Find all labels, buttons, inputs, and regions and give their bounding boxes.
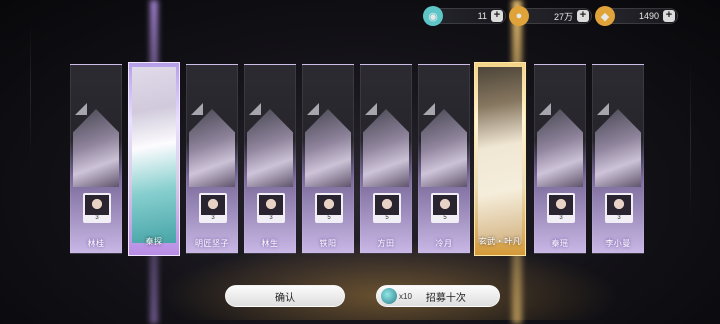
character-portrait	[132, 67, 176, 243]
character-card[interactable]: 3 林生	[244, 64, 296, 254]
shard-frame: 5	[431, 193, 459, 223]
character-card[interactable]: 5 铁阳	[302, 64, 354, 254]
character-card[interactable]: 玄武・叶凡	[474, 62, 526, 256]
resource-value: 27万	[553, 11, 573, 22]
character-name: 冷月	[435, 239, 453, 248]
gem-icon: ◆	[595, 6, 615, 26]
character-portrait	[189, 109, 235, 187]
shard-count: 5	[327, 215, 331, 221]
background-streak	[30, 20, 31, 160]
character-portrait	[247, 109, 293, 187]
character-portrait	[305, 109, 351, 187]
triangle-icon	[365, 103, 377, 115]
shard-frame: 3	[605, 193, 633, 223]
triangle-icon	[307, 103, 319, 115]
triangle-icon	[191, 103, 203, 115]
character-name: 林桂	[87, 239, 105, 248]
character-card[interactable]: 3 李小曼	[592, 64, 644, 254]
shard-count: 3	[269, 215, 273, 221]
recruit-ticket-icon: ◉	[423, 6, 443, 26]
avatar	[85, 195, 109, 215]
character-name: 秦探	[145, 237, 163, 246]
character-portrait	[421, 109, 467, 187]
character-card[interactable]: 3 明匠坚子	[186, 64, 238, 254]
shard-frame: 3	[547, 193, 575, 223]
add-coin-button[interactable]: +	[577, 10, 589, 22]
triangle-icon	[597, 103, 609, 115]
character-portrait	[363, 109, 409, 187]
confirm-button[interactable]: 确认	[225, 285, 345, 307]
resource-bar: ◉ 11 + ● 27万 + ◆ 1490 +	[423, 6, 678, 26]
recruit-ticket-icon	[381, 288, 397, 304]
character-card[interactable]: 5 方田	[360, 64, 412, 254]
shard-frame: 3	[199, 193, 227, 223]
character-name: 铁阳	[319, 239, 337, 248]
add-ticket-button[interactable]: +	[491, 10, 503, 22]
character-card[interactable]: 5 冷月	[418, 64, 470, 254]
triangle-icon	[539, 103, 551, 115]
avatar	[201, 195, 225, 215]
shard-frame: 5	[315, 193, 343, 223]
recruit-ten-button[interactable]: x10 招募十次	[376, 285, 500, 307]
resource-value: 1490	[638, 11, 659, 21]
shard-count: 5	[443, 215, 447, 221]
character-name: 方田	[377, 239, 395, 248]
resource-gem: ◆ 1490 +	[595, 6, 678, 26]
add-gem-button[interactable]: +	[663, 10, 675, 22]
character-portrait	[595, 109, 641, 187]
character-name: 明匠坚子	[195, 239, 229, 248]
triangle-icon	[249, 103, 261, 115]
character-portrait	[73, 109, 119, 187]
avatar	[259, 195, 283, 215]
character-card[interactable]: 3 林桂	[70, 64, 122, 254]
avatar	[433, 195, 457, 215]
recruit-results: 3 林桂 秦探 3 明匠坚子 3 林生 5 铁阳 5 方田 5 冷月 玄武・叶凡…	[70, 62, 650, 256]
character-name: 玄武・叶凡	[478, 237, 522, 246]
background-streak	[690, 60, 691, 220]
shard-count: 3	[95, 215, 99, 221]
character-portrait	[537, 109, 583, 187]
shard-count: 5	[385, 215, 389, 221]
recruit-cost: x10	[399, 291, 412, 301]
shard-count: 3	[617, 215, 621, 221]
shard-frame: 5	[373, 193, 401, 223]
triangle-icon	[75, 103, 87, 115]
avatar	[549, 195, 573, 215]
coin-icon: ●	[509, 6, 529, 26]
resource-ticket: ◉ 11 +	[423, 6, 506, 26]
character-card[interactable]: 秦探	[128, 62, 180, 256]
resource-value: 11	[477, 11, 487, 21]
character-name: 秦瑶	[551, 239, 569, 248]
avatar	[375, 195, 399, 215]
triangle-icon	[423, 103, 435, 115]
shard-frame: 3	[83, 193, 111, 223]
shard-count: 3	[211, 215, 215, 221]
resource-coin: ● 27万 +	[509, 6, 592, 26]
avatar	[317, 195, 341, 215]
character-name: 林生	[261, 239, 279, 248]
character-card[interactable]: 3 秦瑶	[534, 64, 586, 254]
character-name: 李小曼	[605, 239, 631, 248]
character-portrait	[478, 67, 522, 243]
avatar	[607, 195, 631, 215]
shard-frame: 3	[257, 193, 285, 223]
shard-count: 3	[559, 215, 563, 221]
recruit-label: 招募十次	[425, 292, 466, 304]
